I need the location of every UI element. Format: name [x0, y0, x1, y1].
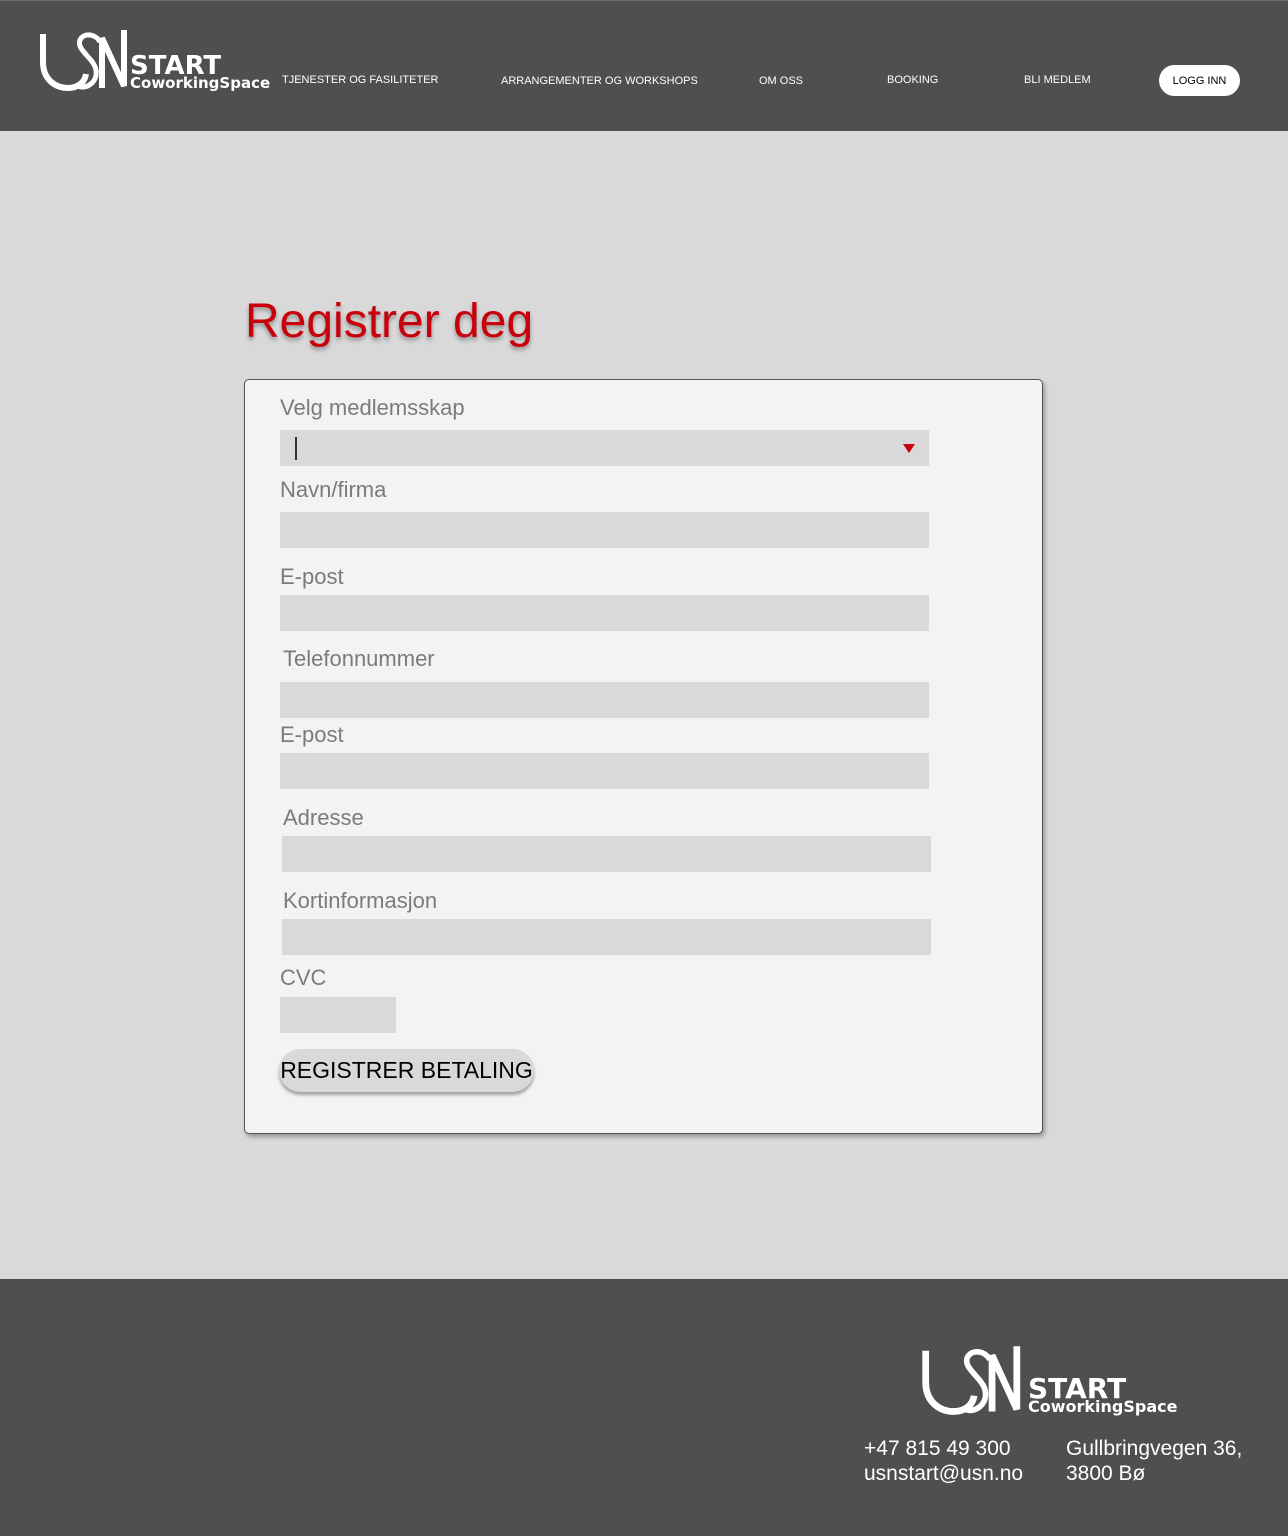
- dropdown-arrow-icon[interactable]: [903, 444, 915, 453]
- name-input[interactable]: [280, 512, 929, 548]
- cvc-label: CVC: [280, 965, 327, 990]
- footer-email[interactable]: usnstart@usn.no: [864, 1461, 1023, 1486]
- login-button[interactable]: LOGG INN: [1159, 65, 1240, 96]
- usn-logo-icon: [922, 1346, 1021, 1415]
- email-label: E-post: [280, 564, 344, 589]
- membership-label: Velg medlemsskap: [280, 395, 465, 420]
- footer-logo: START CoworkingSpace: [920, 1344, 1180, 1419]
- text-cursor: [295, 437, 297, 460]
- phone-input[interactable]: [280, 682, 929, 718]
- nav-booking[interactable]: BOOKING: [887, 74, 938, 87]
- footer-phone: +47 815 49 300: [864, 1437, 1011, 1460]
- footer-address-line1: Gullbringvegen 36,: [1066, 1437, 1243, 1460]
- name-label: Navn/firma: [280, 477, 387, 502]
- phone-label: Telefonnummer: [283, 646, 435, 671]
- nav-om-oss[interactable]: OM OSS: [759, 75, 803, 88]
- header-logo[interactable]: START CoworkingSpace: [38, 28, 270, 96]
- card-label: Kortinformasjon: [283, 888, 438, 913]
- cvc-input[interactable]: [280, 997, 396, 1033]
- logo-subtitle: CoworkingSpace: [130, 74, 271, 92]
- address-label: Adresse: [283, 805, 364, 830]
- register-payment-button[interactable]: REGISTRER BETALING: [279, 1049, 534, 1092]
- usn-logo-icon: [40, 30, 127, 92]
- email-confirm-label: E-post: [280, 722, 344, 747]
- address-input[interactable]: [282, 836, 931, 872]
- header-top-line: [0, 0, 1288, 1]
- site-header: START CoworkingSpace TJENESTER OG FASILI…: [0, 0, 1288, 131]
- footer-logo-subtitle: CoworkingSpace: [1028, 1397, 1178, 1416]
- email-confirm-input[interactable]: [280, 753, 929, 789]
- footer-address-line2: 3800 Bø: [1066, 1462, 1146, 1485]
- membership-select[interactable]: [280, 430, 929, 466]
- nav-tjenester[interactable]: TJENESTER OG FASILITETER: [282, 74, 438, 87]
- site-footer: START CoworkingSpace +47 815 49 300 usns…: [0, 1279, 1288, 1536]
- page-title: Registrer deg: [245, 295, 534, 348]
- email-input[interactable]: [280, 595, 929, 631]
- nav-arrangementer[interactable]: ARRANGEMENTER OG WORKSHOPS: [501, 75, 698, 88]
- nav-bli-medlem[interactable]: BLI MEDLEM: [1024, 74, 1091, 87]
- card-input[interactable]: [282, 919, 931, 955]
